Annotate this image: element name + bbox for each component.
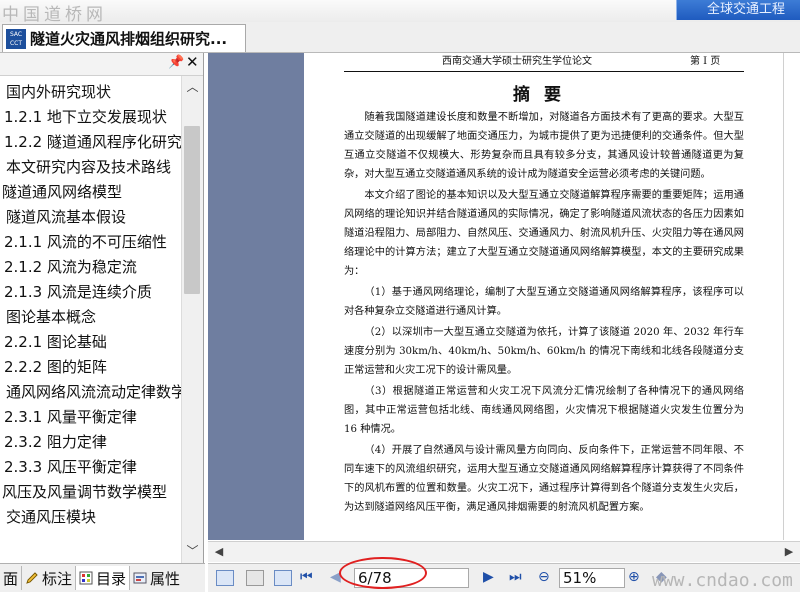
tab-properties[interactable]: 属性 xyxy=(130,566,183,590)
single-page-view-icon[interactable] xyxy=(216,570,234,586)
abstract-paragraph: 本文介绍了图论的基本知识以及大型互通立交隧道解算程序需要的重要矩阵；运用通风网络… xyxy=(344,190,744,277)
top-banner: 中国道桥网 全球交通工程 xyxy=(0,0,800,25)
toc-item[interactable]: 2.3.2 阻力定律 xyxy=(0,430,182,455)
bookmark-panel: 📌 ✕ 国内外研究现状 1.2.1 地下立交发展现状 1.2.2 隧道通风程序化研究… xyxy=(0,53,204,565)
document-tab-title: 隧道火灾通风排烟组织研究... xyxy=(30,30,228,48)
scroll-right-icon[interactable]: ▶ xyxy=(780,543,798,561)
toc-item[interactable]: 通风网络风流流动定律数学 xyxy=(0,380,182,405)
document-tab-bar: SAC CCT 隧道火灾通风排烟组织研究... xyxy=(0,22,800,53)
pdf-page: 西南交通大学硕士研究生学位论文 第 I 页 摘要 随着我国隧道建设长度和数量不断… xyxy=(304,53,800,540)
horizontal-scrollbar[interactable]: ◀ ▶ xyxy=(208,541,800,562)
toc-item[interactable]: 2.2.2 图的矩阵 xyxy=(0,355,182,380)
toc-item[interactable]: 国内外研究现状 xyxy=(0,80,182,105)
toc-item[interactable]: 隧道通风网络模型 xyxy=(0,180,182,205)
properties-icon xyxy=(133,572,147,584)
scroll-thumb[interactable] xyxy=(184,126,200,294)
viewport-right-edge xyxy=(783,53,800,540)
tab-properties-label: 属性 xyxy=(150,569,181,588)
toc-item[interactable]: 2.1.3 风流是连续介质 xyxy=(0,280,182,305)
abstract-paragraph: （1）基于通风网络理论，编制了大型互通立交隧道通风网络解算程序，该程序可以对各种… xyxy=(344,287,744,317)
tab-pages[interactable]: 面 xyxy=(0,566,23,590)
toc-item[interactable]: 2.1.1 风流的不可压缩性 xyxy=(0,230,182,255)
watermark-bottom: www.cndao.com xyxy=(652,570,793,591)
zoom-in-icon[interactable]: ⊕ xyxy=(628,569,640,585)
grid-icon xyxy=(79,571,93,585)
toc-list: 国内外研究现状 1.2.1 地下立交发展现状 1.2.2 隧道通风程序化研究 本文研究… xyxy=(0,80,182,550)
toc-item[interactable]: 风压及风量调节数学模型 xyxy=(0,480,182,505)
toc-item[interactable]: 本文研究内容及技术路线 xyxy=(0,155,182,180)
tab-contents-label: 目录 xyxy=(96,569,127,588)
last-page-icon[interactable]: ⏭ xyxy=(509,569,522,585)
document-viewport[interactable]: 西南交通大学硕士研究生学位论文 第 I 页 摘要 随着我国隧道建设长度和数量不断… xyxy=(208,53,800,540)
toc-scrollbar[interactable]: ︿ ﹀ xyxy=(181,76,203,564)
abstract-paragraph: （2）以深圳市一大型互通立交隧道为依托，计算了该隧道 2020 年、2032 年… xyxy=(344,327,744,376)
page-header-number: 第 I 页 xyxy=(690,56,721,67)
panel-header: 📌 ✕ xyxy=(0,53,203,76)
close-panel-icon[interactable]: ✕ xyxy=(186,53,199,71)
abstract-paragraph: （4）开展了自然通风与设计需风量方向同向、反向条件下，正常运营不同年限、不同车速… xyxy=(344,445,744,513)
toc-item[interactable]: 1.2.2 隧道通风程序化研究 xyxy=(0,130,182,155)
tab-contents[interactable]: 目录 xyxy=(76,566,131,590)
toc-item[interactable]: 2.1.2 风流为稳定流 xyxy=(0,255,182,280)
abstract-paragraph: 随着我国隧道建设长度和数量不断增加，对隧道各方面技术有了更高的要求。大型互通立交… xyxy=(344,112,744,180)
next-page-icon[interactable]: ▶ xyxy=(483,569,494,585)
abstract-paragraph: （3）根据隧道正常运营和火灾工况下风流分汇情况绘制了各种情况下的通风网络图，其中… xyxy=(344,386,744,435)
toc-item[interactable]: 交通风压模块 xyxy=(0,505,182,530)
app-logo-icon: SAC CCT xyxy=(6,28,26,49)
panel-tab-bar: 面 标注 目录 属性 xyxy=(0,563,205,592)
pin-icon[interactable]: 📌 xyxy=(168,55,184,70)
zoom-out-icon[interactable]: ⊖ xyxy=(538,569,550,585)
document-tab[interactable]: SAC CCT 隧道火灾通风排烟组织研究... xyxy=(2,24,246,52)
tab-annotations[interactable]: 标注 xyxy=(22,566,77,590)
toc-item[interactable]: 2.3.3 风压平衡定律 xyxy=(0,455,182,480)
page-header-title: 西南交通大学硕士研究生学位论文 xyxy=(442,56,592,67)
first-page-icon[interactable]: ⏮ xyxy=(300,569,313,585)
zoom-level-field[interactable]: 51% xyxy=(559,568,625,588)
continuous-view-icon[interactable] xyxy=(246,570,264,586)
scroll-down-icon[interactable]: ﹀ xyxy=(182,542,203,560)
page-running-header: 西南交通大学硕士研究生学位论文 第 I 页 xyxy=(344,55,744,72)
scroll-left-icon[interactable]: ◀ xyxy=(210,543,228,561)
toc-item[interactable]: 2.3.1 风量平衡定律 xyxy=(0,405,182,430)
toc-item[interactable]: 图论基本概念 xyxy=(0,305,182,330)
facing-view-icon[interactable] xyxy=(274,570,292,586)
toc-item[interactable]: 1.2.1 地下立交发展现状 xyxy=(0,105,182,130)
toc-item[interactable]: 隧道风流基本假设 xyxy=(0,205,182,230)
top-right-banner: 全球交通工程 xyxy=(676,0,800,20)
pencil-icon xyxy=(26,572,38,584)
tab-pages-label: 面 xyxy=(3,569,19,588)
toc-item[interactable]: 2.2.1 图论基础 xyxy=(0,330,182,355)
scroll-up-icon[interactable]: ︿ xyxy=(182,78,203,96)
annotation-circle xyxy=(339,557,427,589)
abstract-heading: 摘要 xyxy=(513,85,575,105)
tab-annotations-label: 标注 xyxy=(42,569,73,588)
